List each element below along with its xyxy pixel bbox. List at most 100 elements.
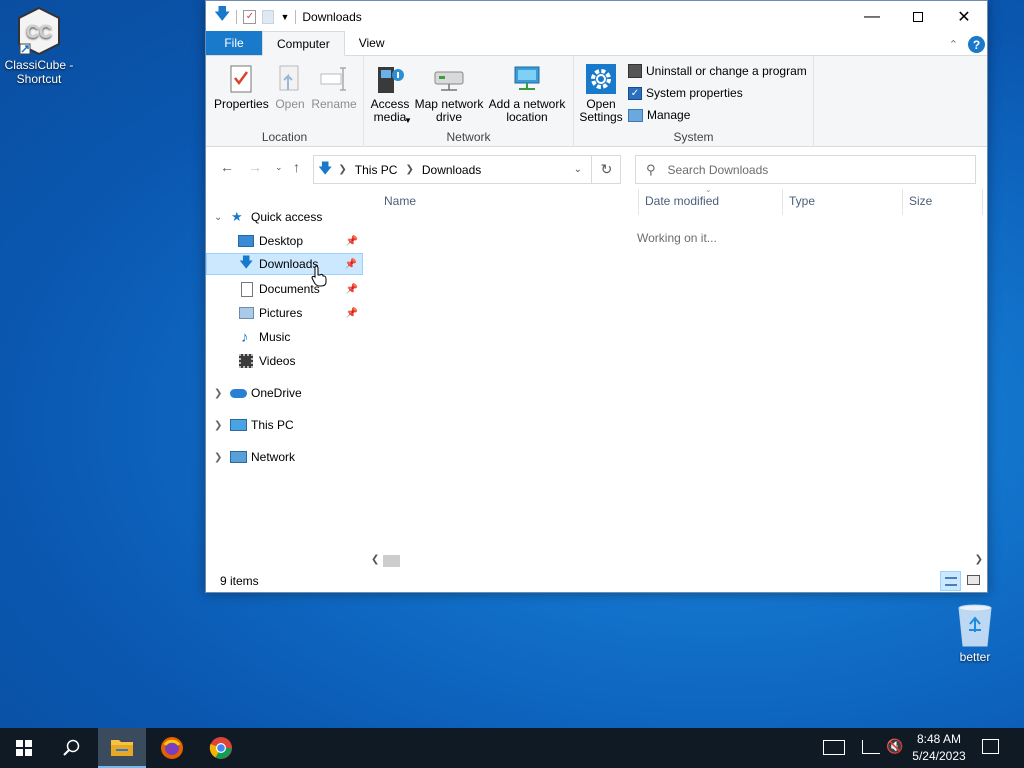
scroll-right-icon[interactable]: ❯	[975, 554, 983, 565]
nav-item-videos[interactable]: Videos	[206, 350, 363, 372]
network-location-icon	[511, 62, 543, 96]
pictures-icon	[239, 307, 254, 319]
clock-time: 8:48 AM	[916, 732, 962, 746]
scroll-left-icon[interactable]: ❮	[371, 554, 379, 565]
recycle-bin-icon[interactable]: better	[937, 602, 1013, 664]
manage-button[interactable]: Manage	[628, 108, 690, 122]
map-network-drive-button[interactable]: Map network drive	[414, 62, 484, 124]
tab-computer[interactable]: Computer	[262, 31, 345, 56]
documents-icon	[241, 281, 253, 297]
breadcrumb-separator-icon: ❯	[405, 164, 414, 175]
column-type[interactable]: Type	[789, 194, 815, 208]
clock-date: 5/24/2023	[912, 749, 966, 763]
start-windows-icon[interactable]	[0, 728, 48, 768]
nav-quick-access[interactable]: ⌄ ★ Quick access	[206, 206, 363, 228]
group-label-network: Network	[446, 130, 491, 144]
network-tray-icon[interactable]	[862, 740, 880, 754]
properties-icon	[225, 62, 257, 96]
column-size[interactable]: Size	[909, 194, 932, 208]
open-settings-button[interactable]: Open Settings	[578, 62, 624, 124]
maximize-button[interactable]	[895, 1, 941, 32]
pin-icon[interactable]: 📌	[346, 284, 358, 295]
network-icon	[230, 451, 247, 463]
tab-view[interactable]: View	[345, 31, 399, 55]
help-icon[interactable]: ?	[968, 36, 985, 53]
chrome-taskbar-icon[interactable]	[197, 728, 245, 768]
column-divider[interactable]	[982, 189, 983, 215]
file-explorer-window: 🡇 ✓ ▼ Downloads — ✕ File Computer View ⌃…	[205, 0, 988, 593]
recent-locations-button[interactable]: ⌄	[275, 162, 283, 173]
clock[interactable]: 8:48 AM 5/24/2023	[908, 731, 970, 765]
pin-icon[interactable]: 📌	[345, 259, 357, 270]
downloads-arrow-icon: 🡇	[214, 6, 231, 23]
search-taskbar-icon[interactable]	[48, 728, 96, 768]
manage-icon	[628, 108, 643, 122]
refresh-button[interactable]: ↻	[591, 155, 621, 184]
address-dropdown-icon[interactable]: ⌄	[574, 164, 582, 175]
title-bar[interactable]: 🡇 ✓ ▼ Downloads — ✕	[206, 1, 987, 32]
nav-item-music[interactable]: ♪ Music	[206, 326, 363, 348]
ribbon-group-system: Open Settings Uninstall or change a prog…	[574, 56, 814, 147]
horizontal-scrollbar[interactable]: ❮ ❯	[367, 552, 987, 569]
file-explorer-taskbar-icon[interactable]	[98, 728, 146, 768]
tab-file[interactable]: File	[206, 31, 262, 55]
news-widget-icon[interactable]	[823, 740, 845, 755]
nav-item-desktop[interactable]: Desktop 📌	[206, 230, 363, 252]
access-media-icon	[374, 62, 406, 96]
firefox-taskbar-icon[interactable]	[148, 728, 196, 768]
classicube-cube-icon: CC	[17, 6, 61, 56]
volume-muted-icon[interactable]: 🔇	[886, 738, 903, 755]
settings-gear-icon	[585, 62, 617, 96]
uninstall-program-button[interactable]: Uninstall or change a program	[628, 64, 807, 78]
chevron-right-icon[interactable]: ❯	[214, 452, 222, 463]
back-button[interactable]: ←	[220, 159, 234, 175]
breadcrumb-this-pc[interactable]: This PC	[355, 163, 398, 177]
pin-icon[interactable]: 📌	[346, 236, 358, 247]
rename-button[interactable]: Rename	[310, 62, 358, 111]
open-button[interactable]: Open	[272, 62, 308, 111]
nav-item-downloads[interactable]: 🡇 Downloads 📌	[206, 253, 363, 275]
chevron-right-icon[interactable]: ❯	[214, 388, 222, 399]
new-folder-qat-icon[interactable]	[262, 9, 275, 24]
large-icons-view-icon[interactable]	[965, 573, 981, 587]
breadcrumb-downloads[interactable]: Downloads	[422, 163, 481, 177]
open-icon	[274, 62, 306, 96]
details-view-icon[interactable]	[940, 571, 961, 591]
nav-item-documents[interactable]: Documents 📌	[206, 278, 363, 300]
nav-this-pc[interactable]: ❯ This PC	[206, 414, 363, 436]
notifications-icon[interactable]	[982, 739, 999, 754]
classicube-shortcut-icon[interactable]: CC ClassiCube - Shortcut	[1, 6, 77, 86]
address-bar[interactable]: 🡇 ❯ This PC ❯ Downloads ⌄	[313, 155, 621, 184]
column-divider[interactable]	[638, 189, 639, 215]
search-input[interactable]: Search Downloads	[668, 163, 769, 177]
system-properties-button[interactable]: ✓ System properties	[628, 86, 743, 100]
group-label-location: Location	[261, 130, 308, 144]
chevron-right-icon[interactable]: ❯	[214, 420, 222, 431]
close-button[interactable]: ✕	[941, 1, 987, 32]
ribbon-group-network: Access media ▼ Map network drive Add a n…	[364, 56, 574, 147]
taskbar: 🔇 8:48 AM 5/24/2023	[0, 728, 1024, 768]
collapse-ribbon-icon[interactable]: ⌃	[949, 38, 958, 51]
add-network-location-button[interactable]: Add a network location	[486, 62, 568, 124]
onedrive-cloud-icon	[230, 388, 247, 398]
nav-item-pictures[interactable]: Pictures 📌	[206, 302, 363, 324]
column-date-modified[interactable]: Date modified	[645, 194, 719, 208]
minimize-button[interactable]: —	[849, 1, 895, 32]
customize-qat-icon[interactable]: ▼	[280, 12, 289, 22]
ribbon: Properties Open Rename Location Access m…	[206, 56, 987, 147]
column-divider[interactable]	[782, 189, 783, 215]
nav-onedrive[interactable]: ❯ OneDrive	[206, 382, 363, 404]
loading-message: Working on it...	[637, 231, 717, 245]
properties-qat-icon[interactable]: ✓	[243, 9, 257, 24]
chevron-down-icon[interactable]: ⌄	[214, 212, 222, 223]
column-name[interactable]: Name	[384, 194, 416, 208]
properties-button[interactable]: Properties	[214, 62, 269, 111]
nav-network[interactable]: ❯ Network	[206, 446, 363, 468]
forward-button[interactable]: →	[248, 159, 262, 175]
column-divider[interactable]	[902, 189, 903, 215]
scrollbar-thumb[interactable]	[383, 555, 400, 567]
up-button[interactable]: ↑	[293, 159, 300, 175]
search-box[interactable]: ⚲ Search Downloads	[635, 155, 976, 184]
access-media-button[interactable]: Access media ▼	[368, 62, 412, 125]
pin-icon[interactable]: 📌	[346, 308, 358, 319]
